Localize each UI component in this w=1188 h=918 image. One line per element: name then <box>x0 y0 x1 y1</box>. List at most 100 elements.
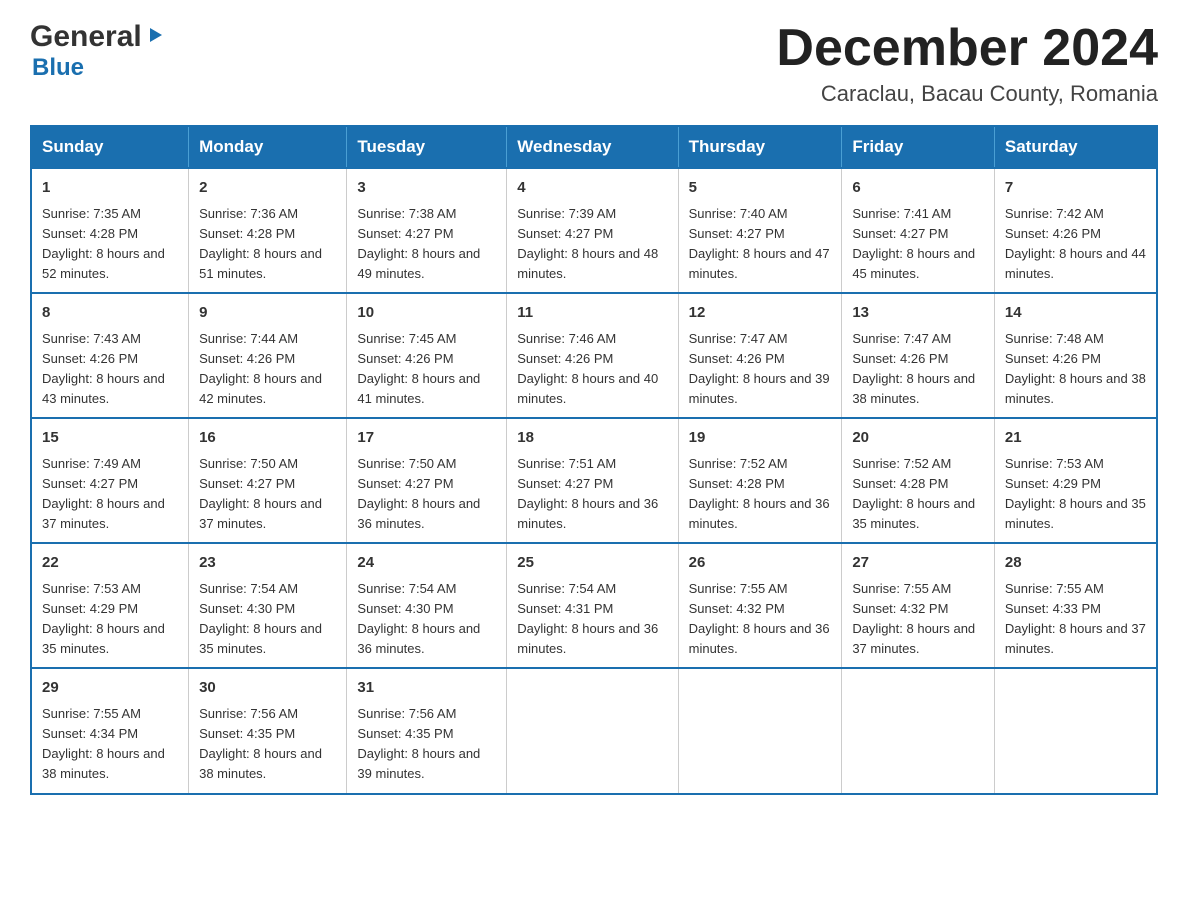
calendar-day-cell: 22Sunrise: 7:53 AMSunset: 4:29 PMDayligh… <box>31 543 189 668</box>
col-monday: Monday <box>189 126 347 168</box>
calendar-day-cell: 2 Sunrise: 7:36 AMSunset: 4:28 PMDaylight… <box>189 168 347 293</box>
day-number: 9 <box>199 302 336 325</box>
calendar-day-cell: 28 Sunrise: 7:55 AMSunset: 4:33 PMDayligh… <box>994 543 1157 668</box>
calendar-week-row: 8 Sunrise: 7:43 AMSunset: 4:26 PMDaylight… <box>31 293 1157 418</box>
calendar-day-cell: 8 Sunrise: 7:43 AMSunset: 4:26 PMDaylight… <box>31 293 189 418</box>
calendar-day-cell: 1Sunrise: 7:35 AMSunset: 4:28 PMDaylight… <box>31 168 189 293</box>
day-number: 5 <box>689 177 832 200</box>
day-number: 23 <box>199 552 336 575</box>
calendar-day-cell: 21 Sunrise: 7:53 AMSunset: 4:29 PMDayligh… <box>994 418 1157 543</box>
calendar-day-cell: 16 Sunrise: 7:50 AMSunset: 4:27 PMDayligh… <box>189 418 347 543</box>
day-number: 31 <box>357 677 496 700</box>
calendar-week-row: 15 Sunrise: 7:49 AMSunset: 4:27 PMDayligh… <box>31 418 1157 543</box>
day-number: 3 <box>357 177 496 200</box>
day-number: 11 <box>517 302 667 325</box>
day-info: Sunrise: 7:44 AMSunset: 4:26 PMDaylight:… <box>199 329 336 410</box>
day-info: Sunrise: 7:56 AMSunset: 4:35 PMDaylight:… <box>357 704 496 785</box>
page-title: December 2024 <box>776 20 1158 77</box>
day-info: Sunrise: 7:36 AMSunset: 4:28 PMDaylight:… <box>199 204 336 285</box>
day-number: 4 <box>517 177 667 200</box>
calendar-day-cell: 25 Sunrise: 7:54 AMSunset: 4:31 PMDayligh… <box>507 543 678 668</box>
day-number: 17 <box>357 427 496 450</box>
day-number: 13 <box>852 302 984 325</box>
day-number: 8 <box>42 302 178 325</box>
calendar-day-cell: 11 Sunrise: 7:46 AMSunset: 4:26 PMDayligh… <box>507 293 678 418</box>
calendar-header-row: Sunday Monday Tuesday Wednesday Thursday… <box>31 126 1157 168</box>
day-info: Sunrise: 7:50 AMSunset: 4:27 PMDaylight:… <box>357 454 496 535</box>
calendar-day-cell: 9 Sunrise: 7:44 AMSunset: 4:26 PMDaylight… <box>189 293 347 418</box>
day-info: Sunrise: 7:40 AMSunset: 4:27 PMDaylight:… <box>689 204 832 285</box>
day-number: 25 <box>517 552 667 575</box>
day-info: Sunrise: 7:45 AMSunset: 4:26 PMDaylight:… <box>357 329 496 410</box>
day-info: Sunrise: 7:49 AMSunset: 4:27 PMDaylight:… <box>42 454 178 535</box>
calendar-table: Sunday Monday Tuesday Wednesday Thursday… <box>30 125 1158 794</box>
logo-general-text: General <box>30 20 142 54</box>
day-info: Sunrise: 7:55 AMSunset: 4:33 PMDaylight:… <box>1005 579 1146 660</box>
day-number: 15 <box>42 427 178 450</box>
calendar-day-cell: 19 Sunrise: 7:52 AMSunset: 4:28 PMDayligh… <box>678 418 842 543</box>
col-tuesday: Tuesday <box>347 126 507 168</box>
day-info: Sunrise: 7:51 AMSunset: 4:27 PMDaylight:… <box>517 454 667 535</box>
col-thursday: Thursday <box>678 126 842 168</box>
day-number: 14 <box>1005 302 1146 325</box>
calendar-day-cell: 18 Sunrise: 7:51 AMSunset: 4:27 PMDayligh… <box>507 418 678 543</box>
day-info: Sunrise: 7:35 AMSunset: 4:28 PMDaylight:… <box>42 204 178 285</box>
calendar-day-cell: 4 Sunrise: 7:39 AMSunset: 4:27 PMDaylight… <box>507 168 678 293</box>
calendar-day-cell <box>994 668 1157 793</box>
day-info: Sunrise: 7:54 AMSunset: 4:30 PMDaylight:… <box>357 579 496 660</box>
calendar-day-cell: 7Sunrise: 7:42 AMSunset: 4:26 PMDaylight… <box>994 168 1157 293</box>
col-friday: Friday <box>842 126 995 168</box>
day-number: 26 <box>689 552 832 575</box>
col-sunday: Sunday <box>31 126 189 168</box>
calendar-week-row: 1Sunrise: 7:35 AMSunset: 4:28 PMDaylight… <box>31 168 1157 293</box>
col-saturday: Saturday <box>994 126 1157 168</box>
calendar-day-cell: 29Sunrise: 7:55 AMSunset: 4:34 PMDayligh… <box>31 668 189 793</box>
calendar-day-cell <box>678 668 842 793</box>
day-number: 28 <box>1005 552 1146 575</box>
day-number: 24 <box>357 552 496 575</box>
day-info: Sunrise: 7:38 AMSunset: 4:27 PMDaylight:… <box>357 204 496 285</box>
logo-arrow-icon <box>144 24 166 51</box>
day-number: 21 <box>1005 427 1146 450</box>
calendar-week-row: 29Sunrise: 7:55 AMSunset: 4:34 PMDayligh… <box>31 668 1157 793</box>
day-info: Sunrise: 7:50 AMSunset: 4:27 PMDaylight:… <box>199 454 336 535</box>
calendar-day-cell <box>507 668 678 793</box>
day-info: Sunrise: 7:55 AMSunset: 4:34 PMDaylight:… <box>42 704 178 785</box>
calendar-day-cell: 23 Sunrise: 7:54 AMSunset: 4:30 PMDayligh… <box>189 543 347 668</box>
day-info: Sunrise: 7:47 AMSunset: 4:26 PMDaylight:… <box>852 329 984 410</box>
day-number: 20 <box>852 427 984 450</box>
day-number: 27 <box>852 552 984 575</box>
day-number: 22 <box>42 552 178 575</box>
day-number: 12 <box>689 302 832 325</box>
calendar-day-cell: 13 Sunrise: 7:47 AMSunset: 4:26 PMDayligh… <box>842 293 995 418</box>
calendar-day-cell: 6 Sunrise: 7:41 AMSunset: 4:27 PMDaylight… <box>842 168 995 293</box>
calendar-week-row: 22Sunrise: 7:53 AMSunset: 4:29 PMDayligh… <box>31 543 1157 668</box>
calendar-day-cell: 27 Sunrise: 7:55 AMSunset: 4:32 PMDayligh… <box>842 543 995 668</box>
day-info: Sunrise: 7:43 AMSunset: 4:26 PMDaylight:… <box>42 329 178 410</box>
day-info: Sunrise: 7:53 AMSunset: 4:29 PMDaylight:… <box>1005 454 1146 535</box>
day-info: Sunrise: 7:56 AMSunset: 4:35 PMDaylight:… <box>199 704 336 785</box>
calendar-day-cell: 5 Sunrise: 7:40 AMSunset: 4:27 PMDaylight… <box>678 168 842 293</box>
day-number: 2 <box>199 177 336 200</box>
day-info: Sunrise: 7:54 AMSunset: 4:31 PMDaylight:… <box>517 579 667 660</box>
calendar-day-cell: 3 Sunrise: 7:38 AMSunset: 4:27 PMDaylight… <box>347 168 507 293</box>
day-info: Sunrise: 7:52 AMSunset: 4:28 PMDaylight:… <box>689 454 832 535</box>
calendar-day-cell: 10Sunrise: 7:45 AMSunset: 4:26 PMDayligh… <box>347 293 507 418</box>
day-number: 18 <box>517 427 667 450</box>
day-info: Sunrise: 7:52 AMSunset: 4:28 PMDaylight:… <box>852 454 984 535</box>
day-info: Sunrise: 7:39 AMSunset: 4:27 PMDaylight:… <box>517 204 667 285</box>
day-number: 19 <box>689 427 832 450</box>
calendar-day-cell: 24 Sunrise: 7:54 AMSunset: 4:30 PMDayligh… <box>347 543 507 668</box>
title-section: December 2024 Caraclau, Bacau County, Ro… <box>776 20 1158 107</box>
day-info: Sunrise: 7:41 AMSunset: 4:27 PMDaylight:… <box>852 204 984 285</box>
day-info: Sunrise: 7:54 AMSunset: 4:30 PMDaylight:… <box>199 579 336 660</box>
day-info: Sunrise: 7:48 AMSunset: 4:26 PMDaylight:… <box>1005 329 1146 410</box>
calendar-day-cell: 26 Sunrise: 7:55 AMSunset: 4:32 PMDayligh… <box>678 543 842 668</box>
day-info: Sunrise: 7:55 AMSunset: 4:32 PMDaylight:… <box>689 579 832 660</box>
page-subtitle: Caraclau, Bacau County, Romania <box>776 81 1158 107</box>
day-number: 6 <box>852 177 984 200</box>
day-info: Sunrise: 7:55 AMSunset: 4:32 PMDaylight:… <box>852 579 984 660</box>
day-info: Sunrise: 7:46 AMSunset: 4:26 PMDaylight:… <box>517 329 667 410</box>
day-number: 16 <box>199 427 336 450</box>
calendar-day-cell <box>842 668 995 793</box>
